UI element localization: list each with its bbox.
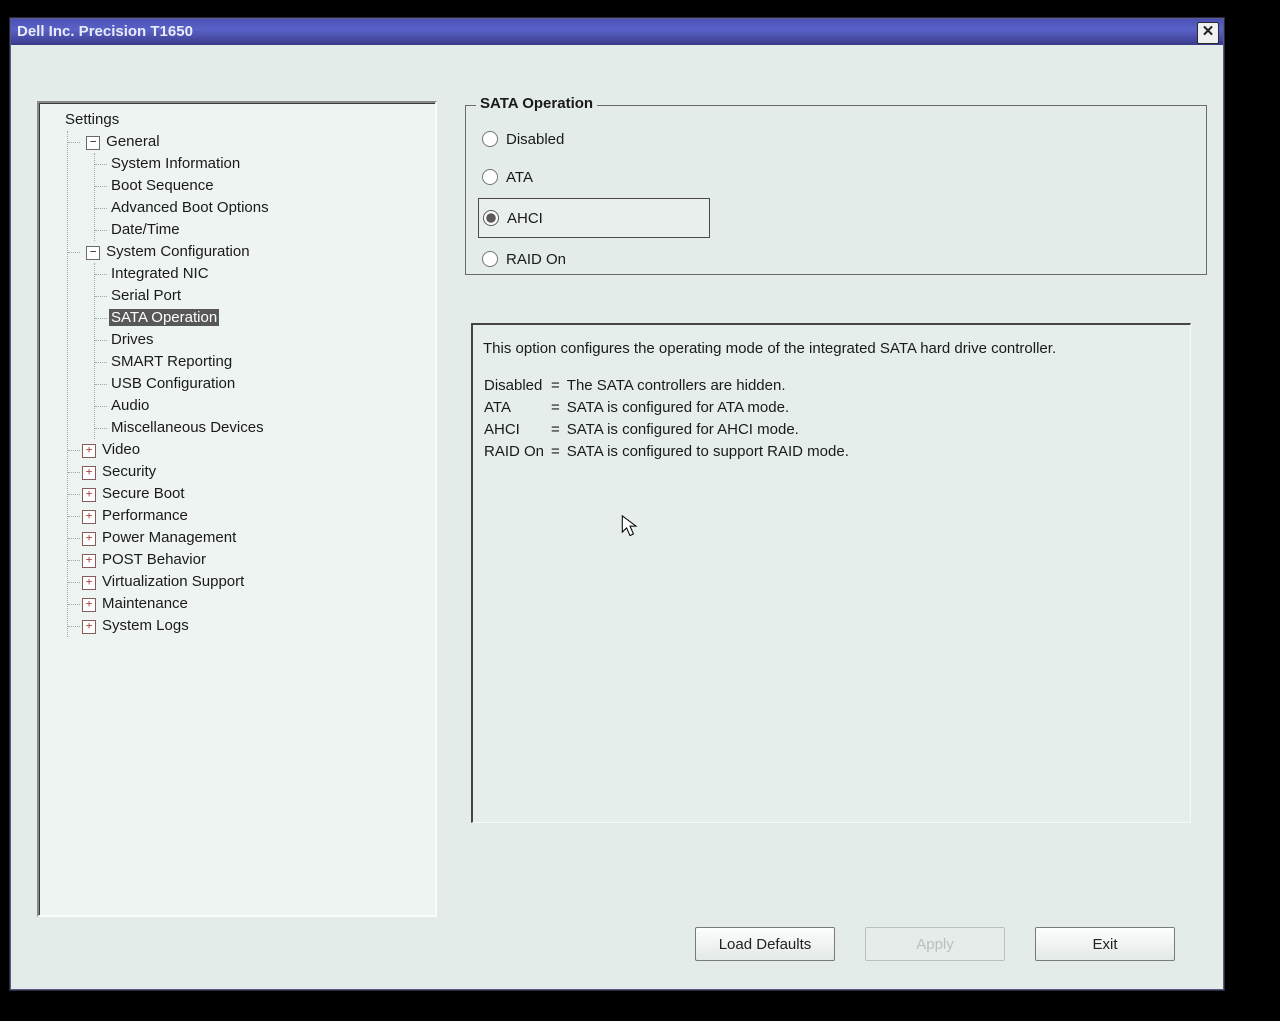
radio-option-raid-on[interactable]: RAID On — [478, 242, 1194, 276]
exit-button[interactable]: Exit — [1035, 927, 1175, 961]
description-panel: This option configures the operating mod… — [471, 323, 1191, 823]
tree-item-system-information[interactable]: System Information — [99, 153, 431, 175]
tree-item-advanced-boot-options[interactable]: Advanced Boot Options — [99, 197, 431, 219]
tree-item-system-logs[interactable]: +System Logs — [72, 615, 431, 637]
tree-item-date-time[interactable]: Date/Time — [99, 219, 431, 241]
description-table: Disabled=The SATA controllers are hidden… — [483, 375, 855, 463]
tree-item-video[interactable]: +Video — [72, 439, 431, 461]
plus-icon[interactable]: + — [82, 598, 96, 612]
tree-item-miscellaneous-devices[interactable]: Miscellaneous Devices — [99, 417, 431, 439]
radio-option-disabled[interactable]: Disabled — [478, 122, 1194, 156]
sata-operation-group: SATA Operation DisabledATAAHCIRAID On — [465, 105, 1207, 275]
tree-item-sata-operation[interactable]: SATA Operation — [99, 307, 431, 329]
desc-row: AHCI=SATA is configured for AHCI mode. — [483, 419, 855, 441]
close-button[interactable]: ✕ — [1197, 22, 1219, 44]
plus-icon[interactable]: + — [82, 532, 96, 546]
radio-label: Disabled — [506, 131, 564, 148]
plus-icon[interactable]: + — [82, 444, 96, 458]
plus-icon[interactable]: + — [82, 620, 96, 634]
titlebar[interactable]: Dell Inc. Precision T1650 ✕ — [11, 19, 1223, 45]
desc-row: RAID On=SATA is configured to support RA… — [483, 441, 855, 463]
tree-item-maintenance[interactable]: +Maintenance — [72, 593, 431, 615]
tree-item-power-management[interactable]: +Power Management — [72, 527, 431, 549]
settings-tree-panel: Settings −General System InformationBoot… — [37, 101, 437, 917]
tree-item-audio[interactable]: Audio — [99, 395, 431, 417]
plus-icon[interactable]: + — [82, 510, 96, 524]
radio-label: ATA — [506, 169, 533, 186]
tree-item-boot-sequence[interactable]: Boot Sequence — [99, 175, 431, 197]
tree-item-secure-boot[interactable]: +Secure Boot — [72, 483, 431, 505]
plus-icon[interactable]: + — [82, 554, 96, 568]
tree-item-drives[interactable]: Drives — [99, 329, 431, 351]
radio-option-ahci[interactable]: AHCI — [478, 198, 710, 238]
tree-item-serial-port[interactable]: Serial Port — [99, 285, 431, 307]
description-intro: This option configures the operating mod… — [483, 339, 1180, 359]
load-defaults-button[interactable]: Load Defaults — [695, 927, 835, 961]
plus-icon[interactable]: + — [82, 488, 96, 502]
client-area: Settings −General System InformationBoot… — [11, 45, 1223, 989]
desc-row: Disabled=The SATA controllers are hidden… — [483, 375, 855, 397]
plus-icon[interactable]: + — [82, 576, 96, 590]
radio-label: AHCI — [507, 210, 543, 227]
tree-item-virtualization-support[interactable]: +Virtualization Support — [72, 571, 431, 593]
tree-item-security[interactable]: +Security — [72, 461, 431, 483]
tree-item-general[interactable]: −General — [72, 131, 431, 153]
bios-window: Dell Inc. Precision T1650 ✕ Settings −Ge… — [10, 18, 1224, 990]
tree-root-settings[interactable]: Settings — [45, 109, 431, 131]
radio-input[interactable] — [482, 131, 498, 147]
apply-button[interactable]: Apply — [865, 927, 1005, 961]
tree-item-system-configuration[interactable]: −System Configuration — [72, 241, 431, 263]
tree-item-usb-configuration[interactable]: USB Configuration — [99, 373, 431, 395]
tree-item-smart-reporting[interactable]: SMART Reporting — [99, 351, 431, 373]
radio-label: RAID On — [506, 251, 566, 268]
desc-row: ATA=SATA is configured for ATA mode. — [483, 397, 855, 419]
tree-item-integrated-nic[interactable]: Integrated NIC — [99, 263, 431, 285]
radio-option-ata[interactable]: ATA — [478, 160, 1194, 194]
minus-icon[interactable]: − — [86, 136, 100, 150]
tree-item-post-behavior[interactable]: +POST Behavior — [72, 549, 431, 571]
minus-icon[interactable]: − — [86, 246, 100, 260]
group-title: SATA Operation — [476, 95, 597, 112]
radio-input[interactable] — [482, 169, 498, 185]
window-title: Dell Inc. Precision T1650 — [17, 23, 193, 40]
plus-icon[interactable]: + — [82, 466, 96, 480]
radio-input[interactable] — [482, 251, 498, 267]
radio-input[interactable] — [483, 210, 499, 226]
tree-item-performance[interactable]: +Performance — [72, 505, 431, 527]
